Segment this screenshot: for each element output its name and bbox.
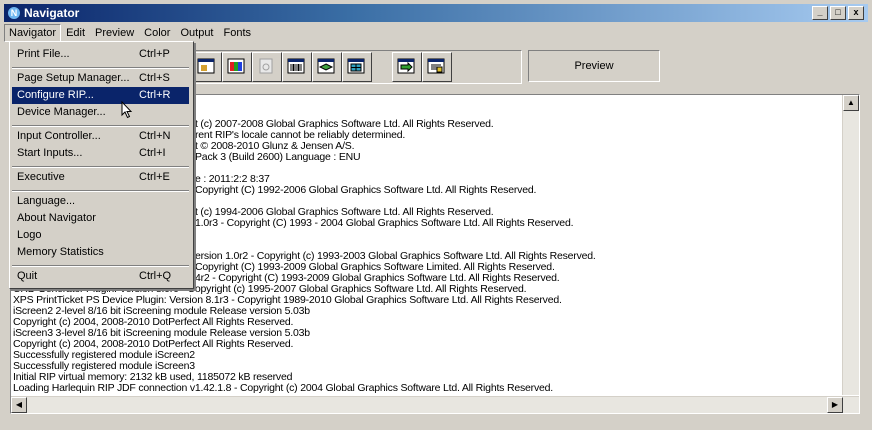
layers-icon	[317, 58, 335, 74]
menu-item-label: Device Manager...	[17, 106, 106, 118]
menu-item-label: Print File...	[17, 48, 70, 60]
menu-color[interactable]: Color	[139, 24, 175, 42]
window-controls: _ □ x	[812, 6, 864, 20]
menu-item-shortcut: Ctrl+Q	[139, 270, 172, 282]
menu-item-start-inputs[interactable]: Start Inputs... Ctrl+I	[12, 145, 189, 162]
scroll-right-arrow-icon[interactable]: ▶	[827, 397, 843, 413]
menu-separator	[12, 67, 189, 69]
menu-item-label: Page Setup Manager...	[17, 72, 130, 84]
menu-item-shortcut: Ctrl+S	[139, 72, 170, 84]
menu-fonts[interactable]: Fonts	[219, 24, 257, 42]
menu-bar: Navigator Edit Preview Color Output Font…	[4, 24, 868, 42]
menu-item-configure-rip[interactable]: Configure RIP... Ctrl+R	[12, 87, 189, 104]
toolbar-layers-button[interactable]	[312, 52, 342, 82]
vertical-scrollbar[interactable]: ▲	[842, 95, 859, 395]
log-line: Loading Harlequin RIP JDF connection v1.…	[13, 382, 553, 394]
toolbar-palette-button[interactable]	[222, 52, 252, 82]
menu-item-page-setup-manager[interactable]: Page Setup Manager... Ctrl+S	[12, 70, 189, 87]
maximize-button[interactable]: □	[830, 6, 846, 20]
mouse-cursor-icon	[121, 101, 133, 119]
menu-item-language[interactable]: Language...	[12, 193, 189, 210]
menu-item-label: Configure RIP...	[17, 89, 94, 101]
output-arrow-icon	[397, 58, 415, 74]
menu-item-shortcut: Ctrl+E	[139, 171, 170, 183]
output-list-icon	[427, 58, 445, 74]
barcode-icon	[287, 58, 305, 74]
menu-separator	[12, 125, 189, 127]
menu-item-shortcut: Ctrl+P	[139, 48, 170, 60]
palette-icon	[227, 58, 245, 74]
scroll-left-arrow-icon[interactable]: ◀	[11, 397, 27, 413]
menu-item-input-controller[interactable]: Input Controller... Ctrl+N	[12, 128, 189, 145]
menu-item-shortcut: Ctrl+R	[139, 89, 171, 101]
menu-item-label: Start Inputs...	[17, 147, 83, 159]
menu-item-label: Quit	[17, 270, 38, 282]
page-setup-icon	[197, 58, 215, 74]
menu-separator	[12, 265, 189, 267]
menu-separator	[12, 166, 189, 168]
title-bar[interactable]: N Navigator _ □ x	[4, 4, 868, 22]
minimize-button[interactable]: _	[812, 6, 828, 20]
toolbar-grid-button[interactable]	[342, 52, 372, 82]
grid-icon	[347, 58, 365, 74]
preview-panel[interactable]: Preview	[528, 50, 660, 82]
menu-output[interactable]: Output	[175, 24, 218, 42]
menu-edit[interactable]: Edit	[61, 24, 90, 42]
navigator-window: N Navigator _ □ x Navigator Edit Preview…	[0, 0, 872, 430]
menu-item-label: Input Controller...	[17, 130, 101, 142]
menu-preview[interactable]: Preview	[90, 24, 139, 42]
menu-item-label: Language...	[17, 195, 76, 207]
menu-item-label: Executive	[17, 171, 65, 183]
menu-item-logo[interactable]: Logo	[12, 227, 189, 244]
log-line: Copyright (C) 1992-2006 Global Graphics …	[195, 184, 537, 196]
menu-separator	[12, 190, 189, 192]
menu-item-shortcut: Ctrl+N	[139, 130, 171, 142]
toolbar-page-setup-button[interactable]	[192, 52, 222, 82]
menu-item-about-navigator[interactable]: About Navigator	[12, 210, 189, 227]
toolbar-disabled-button[interactable]	[252, 52, 282, 82]
navigator-menu-dropdown: Print File... Ctrl+P Page Setup Manager..…	[9, 41, 194, 289]
menu-item-device-manager[interactable]: Device Manager...	[12, 104, 189, 121]
scroll-up-arrow-icon[interactable]: ▲	[843, 95, 859, 111]
menu-item-shortcut: Ctrl+I	[139, 147, 166, 159]
window-title: Navigator	[24, 6, 80, 20]
close-button[interactable]: x	[848, 6, 864, 20]
menu-navigator[interactable]: Navigator	[4, 24, 62, 42]
toolbar-output-list-button[interactable]	[422, 52, 452, 82]
menu-item-label: Memory Statistics	[17, 246, 104, 258]
horizontal-scrollbar[interactable]: ◀ ▶	[11, 396, 859, 413]
menu-item-memory-statistics[interactable]: Memory Statistics	[12, 244, 189, 261]
page-disabled-icon	[259, 58, 273, 74]
menu-item-executive[interactable]: Executive Ctrl+E	[12, 169, 189, 186]
log-line: Pack 3 (Build 2600) Language : ENU	[195, 151, 361, 163]
menu-item-label: About Navigator	[17, 212, 96, 224]
menu-item-print-file[interactable]: Print File... Ctrl+P	[12, 46, 189, 63]
navigator-app-icon: N	[8, 7, 20, 19]
menu-item-quit[interactable]: Quit Ctrl+Q	[12, 268, 189, 285]
toolbar-barcode-button[interactable]	[282, 52, 312, 82]
log-line: 1.0r3 - Copyright (C) 1993 - 2004 Global…	[195, 217, 574, 229]
toolbar-output-button[interactable]	[392, 52, 422, 82]
menu-item-label: Logo	[17, 229, 42, 241]
